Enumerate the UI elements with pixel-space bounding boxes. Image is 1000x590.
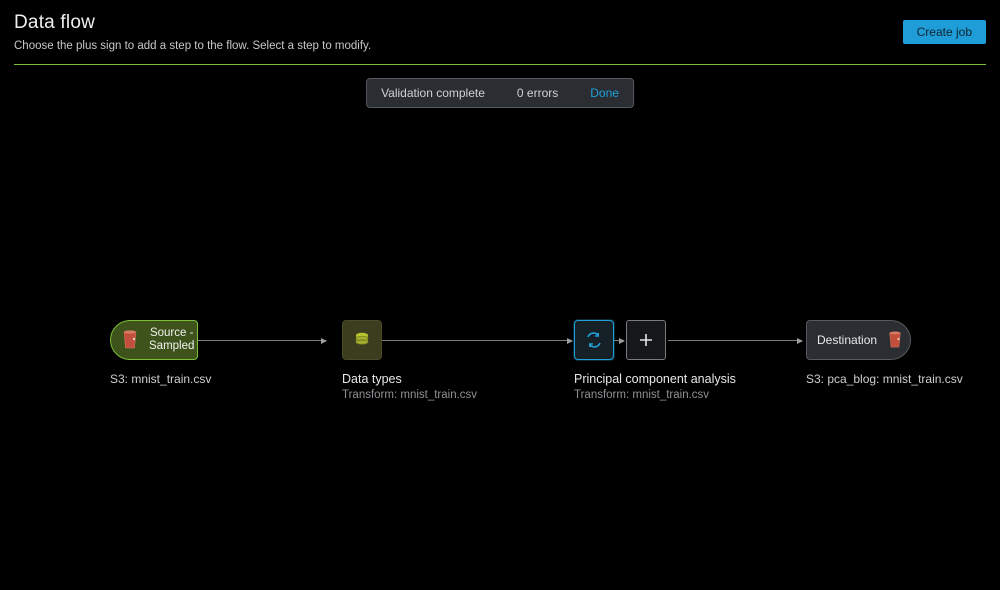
flow-graph: Source - Sampled S3: mnist_train.csv Dat… [96,320,946,520]
edge-plus-to-destination [668,340,802,341]
add-step-button[interactable] [626,320,666,360]
flow-node-pca[interactable] [574,320,614,360]
page-title: Data flow [14,12,371,34]
source-node-label: Source - Sampled [149,327,194,352]
validation-status-bar: Validation complete 0 errors Done [366,78,634,108]
pca-subtitle: Transform: mnist_train.csv [574,389,736,401]
flow-node-data-types[interactable] [342,320,382,360]
validation-errors: 0 errors [517,86,558,100]
s3-bucket-icon [121,330,139,350]
flow-node-destination[interactable]: Destination [806,320,911,360]
transform-cycle-icon [584,330,604,350]
database-icon [353,331,371,349]
plus-icon [639,333,653,347]
validation-done-link[interactable]: Done [590,86,619,100]
data-types-subtitle: Transform: mnist_train.csv [342,389,477,401]
flow-node-source[interactable]: Source - Sampled [110,320,198,360]
title-block: Data flow Choose the plus sign to add a … [14,12,371,52]
data-types-title: Data types Transform: mnist_train.csv [342,372,477,401]
edge-types-to-pca [382,340,572,341]
source-caption: S3: mnist_train.csv [110,372,211,386]
validation-message: Validation complete [381,86,485,100]
s3-bucket-icon [887,331,903,349]
page-subtitle: Choose the plus sign to add a step to th… [14,40,371,52]
pca-title: Principal component analysis Transform: … [574,372,736,401]
create-job-button[interactable]: Create job [903,20,986,44]
header-bar: Data flow Choose the plus sign to add a … [14,0,986,64]
destination-node-label: Destination [817,333,877,347]
flow-canvas[interactable]: Validation complete 0 errors Done Source… [14,64,986,584]
destination-caption: S3: pca_blog: mnist_train.csv [806,372,963,386]
edge-source-to-types [198,340,326,341]
edge-pca-to-plus [614,340,624,341]
